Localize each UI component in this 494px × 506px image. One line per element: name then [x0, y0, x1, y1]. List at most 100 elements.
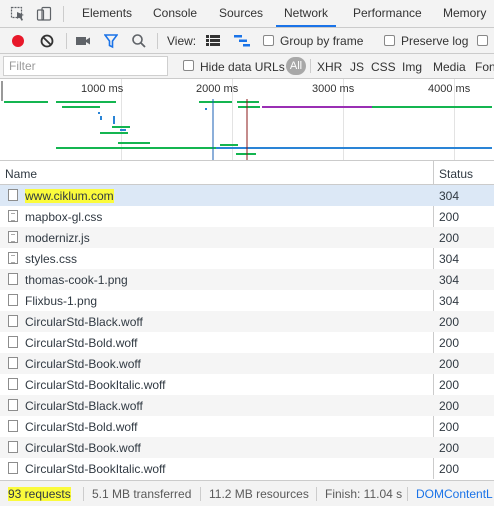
font-file-icon [8, 399, 18, 411]
font-file-icon [8, 336, 18, 348]
font-file-icon [8, 462, 18, 474]
request-name: CircularStd-Bold.woff [25, 420, 138, 434]
type-filter-all[interactable]: All [286, 57, 306, 75]
requests-table-header: Name Status [0, 161, 494, 185]
preserve-log-checkbox[interactable] [384, 35, 395, 46]
request-name: CircularStd-Book.woff [25, 441, 141, 455]
screenshot-camera-icon[interactable] [75, 34, 91, 48]
request-name: styles.css [25, 252, 78, 266]
request-status: 304 [439, 273, 460, 287]
domcontentloaded-time: DOMContentL [416, 487, 493, 501]
inspect-element-icon[interactable] [10, 6, 26, 22]
summary-separator [200, 487, 201, 501]
summary-separator [83, 487, 84, 501]
stylesheet-file-icon [8, 210, 18, 222]
search-icon[interactable] [131, 33, 147, 49]
table-row[interactable]: modernizr.js 200 [0, 227, 494, 248]
request-name: CircularStd-Book.woff [25, 357, 141, 371]
image-file-icon [8, 273, 18, 285]
type-filter-xhr[interactable]: XHR [317, 60, 342, 74]
request-status: 200 [439, 441, 460, 455]
request-status: 304 [439, 252, 460, 266]
filter-separator [310, 59, 311, 73]
record-icon[interactable] [10, 33, 26, 49]
font-file-icon [8, 420, 18, 432]
request-status: 304 [439, 294, 460, 308]
request-name: CircularStd-Black.woff [25, 399, 143, 413]
request-status: 200 [439, 378, 460, 392]
request-name: CircularStd-Black.woff [25, 315, 143, 329]
document-file-icon [8, 189, 18, 201]
requests-table-body: www.ciklum.com 304 mapbox-gl.css 200 mod… [0, 185, 494, 479]
table-row[interactable]: styles.css 304 [0, 248, 494, 269]
filter-bar: Hide data URLs All XHR JS CSS Img Media … [0, 54, 494, 79]
network-summary-bar: 93 requests 5.1 MB transferred 11.2 MB r… [0, 480, 494, 506]
table-row[interactable]: CircularStd-Bold.woff 200 [0, 332, 494, 353]
disable-cache-checkbox[interactable] [477, 35, 488, 46]
resources-size: 11.2 MB resources [209, 487, 309, 501]
tab-elements[interactable]: Elements [82, 0, 132, 27]
font-file-icon [8, 441, 18, 453]
table-row[interactable]: CircularStd-Bold.woff 200 [0, 416, 494, 437]
toolbar-separator [66, 33, 67, 49]
script-file-icon [8, 231, 18, 243]
table-row[interactable]: CircularStd-Black.woff 200 [0, 395, 494, 416]
summary-separator [316, 487, 317, 501]
request-status: 200 [439, 210, 460, 224]
request-status: 200 [439, 420, 460, 434]
type-filter-js[interactable]: JS [350, 60, 364, 74]
table-row[interactable]: CircularStd-Book.woff 200 [0, 437, 494, 458]
request-status: 304 [439, 189, 460, 203]
request-status: 200 [439, 462, 460, 476]
request-name: mapbox-gl.css [25, 210, 103, 224]
column-header-name[interactable]: Name [5, 167, 37, 181]
large-rows-list-icon[interactable] [205, 34, 221, 47]
network-overview-timeline[interactable]: 1000 ms 2000 ms 3000 ms 4000 ms [0, 79, 494, 161]
finish-time: Finish: 11.04 s [325, 487, 403, 501]
view-label: View: [167, 34, 197, 48]
type-filter-img[interactable]: Img [402, 60, 422, 74]
type-filter-css[interactable]: CSS [371, 60, 396, 74]
table-row[interactable]: thomas-cook-1.png 304 [0, 269, 494, 290]
table-row[interactable]: mapbox-gl.css 200 [0, 206, 494, 227]
stylesheet-file-icon [8, 252, 18, 264]
table-row[interactable]: CircularStd-Book.woff 200 [0, 353, 494, 374]
network-toolbar: View: Group by frame Preserve log [0, 28, 494, 54]
type-filter-media[interactable]: Media [433, 60, 466, 74]
request-status: 200 [439, 315, 460, 329]
table-row[interactable]: CircularStd-BookItalic.woff 200 [0, 458, 494, 479]
filter-funnel-icon[interactable] [104, 33, 118, 49]
request-name: modernizr.js [25, 231, 90, 245]
font-file-icon [8, 378, 18, 390]
column-header-status[interactable]: Status [439, 167, 473, 181]
request-name: www.ciklum.com [25, 189, 114, 203]
group-by-frame-checkbox[interactable] [263, 35, 274, 46]
font-file-icon [8, 315, 18, 327]
device-toolbar-icon[interactable] [36, 6, 52, 22]
table-row[interactable]: CircularStd-Black.woff 200 [0, 311, 494, 332]
tab-performance[interactable]: Performance [353, 0, 422, 27]
table-row[interactable]: www.ciklum.com 304 [0, 185, 494, 206]
tab-memory[interactable]: Memory [443, 0, 486, 27]
table-row[interactable]: CircularStd-BookItalic.woff 200 [0, 374, 494, 395]
type-filter-font[interactable]: Fon [475, 60, 494, 74]
hide-data-urls-checkbox[interactable] [183, 60, 194, 71]
waterfall-overview-icon[interactable] [233, 34, 251, 47]
filter-input[interactable] [3, 56, 168, 76]
request-status: 200 [439, 357, 460, 371]
request-name: CircularStd-Bold.woff [25, 336, 138, 350]
summary-separator [407, 487, 408, 501]
request-name: thomas-cook-1.png [25, 273, 128, 287]
tab-sources[interactable]: Sources [219, 0, 263, 27]
font-file-icon [8, 357, 18, 369]
tab-console[interactable]: Console [153, 0, 197, 27]
request-name: Flixbus-1.png [25, 294, 98, 308]
request-status: 200 [439, 336, 460, 350]
clear-icon[interactable] [39, 33, 55, 49]
table-row[interactable]: Flixbus-1.png 304 [0, 290, 494, 311]
tab-separator [63, 6, 64, 22]
toolbar-separator [157, 33, 158, 49]
image-file-icon [8, 294, 18, 306]
tab-network[interactable]: Network [276, 0, 337, 27]
group-by-frame-label: Group by frame [280, 34, 364, 48]
